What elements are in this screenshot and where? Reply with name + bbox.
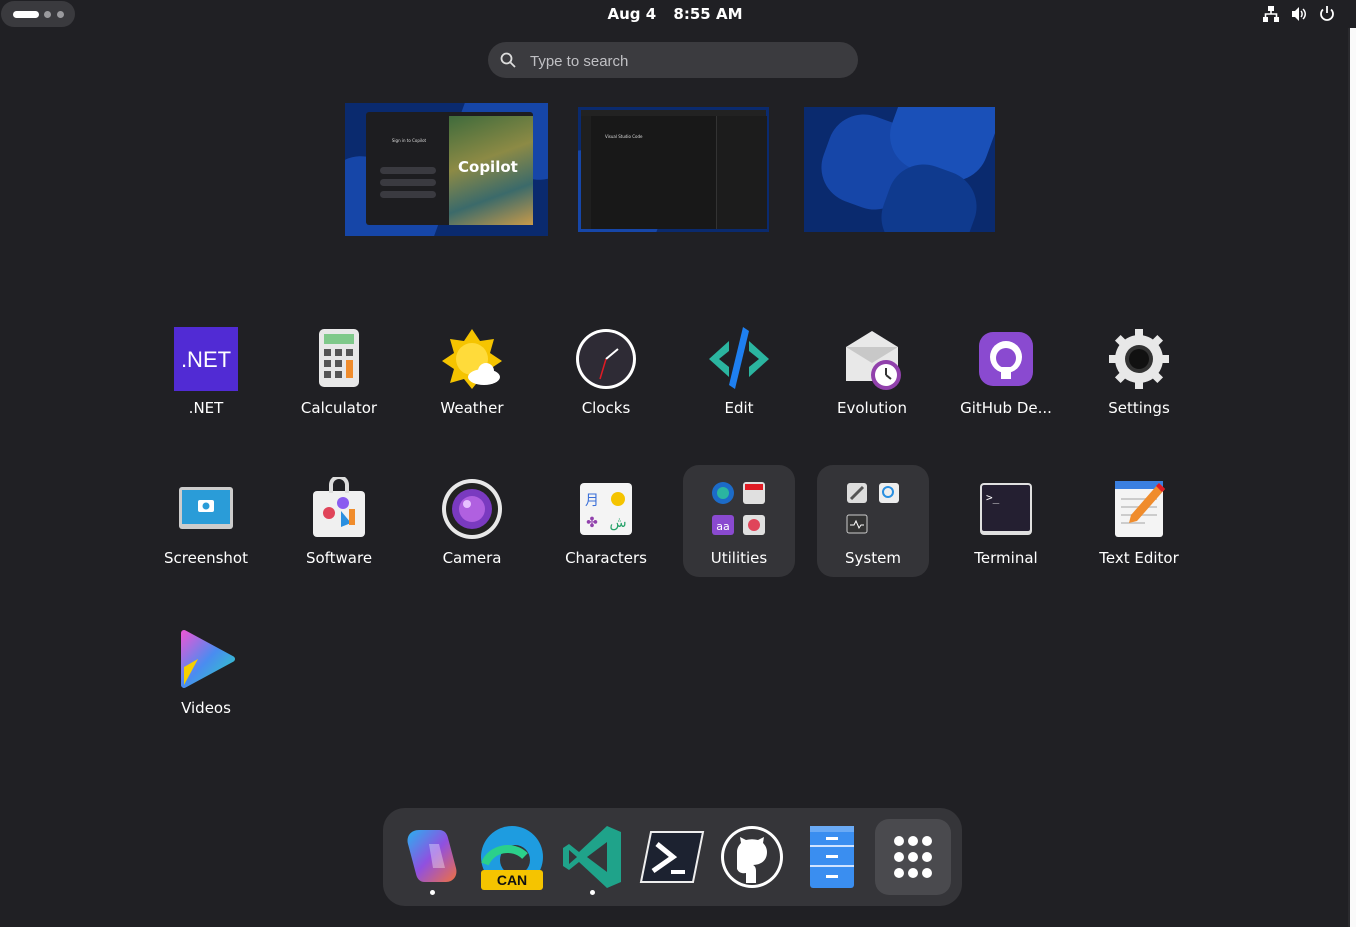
network-icon: [1263, 6, 1279, 22]
system-folder-icon: [846, 483, 899, 534]
app-label: Edit: [724, 399, 754, 417]
app-label: Software: [305, 549, 373, 567]
terminal-icon: >_: [980, 483, 1032, 535]
characters-icon: 月 ✤ ش: [580, 483, 632, 535]
app-evolution[interactable]: Evolution: [816, 315, 928, 427]
app-dotnet[interactable]: .NET .NET: [150, 315, 262, 427]
app-label: Screenshot: [164, 549, 248, 567]
system-tray[interactable]: [1262, 5, 1336, 23]
app-terminal[interactable]: >_ Terminal: [950, 465, 1062, 577]
app-grid-icon: [894, 836, 932, 878]
dock: CAN: [383, 808, 962, 906]
copilot-dialog-title: Sign in to Copilot: [391, 138, 427, 143]
search-bar[interactable]: [488, 42, 858, 80]
svg-text:.NET: .NET: [181, 347, 231, 372]
app-label: Camera: [442, 549, 502, 567]
vscode-icon[interactable]: [559, 824, 625, 890]
top-bar: Aug 4 8:55 AM: [0, 0, 1356, 28]
videos-icon: [181, 630, 235, 688]
date-time[interactable]: Aug 4 8:55 AM: [0, 5, 1350, 23]
app-screenshot[interactable]: Screenshot: [150, 465, 262, 577]
app-settings[interactable]: Settings: [1083, 315, 1195, 427]
app-text-editor[interactable]: Text Editor: [1083, 465, 1195, 577]
running-indicator: [590, 890, 595, 895]
evolution-icon: [846, 331, 901, 390]
files-icon[interactable]: [799, 824, 865, 890]
app-software[interactable]: Software: [283, 465, 395, 577]
weather-icon: [442, 329, 502, 389]
app-label: .NET: [188, 399, 224, 417]
text-editor-icon: [1115, 481, 1165, 537]
screen-edge: [1350, 28, 1356, 927]
clock-icon: [576, 329, 636, 389]
app-grid-button[interactable]: [875, 819, 951, 895]
app-calculator[interactable]: Calculator: [283, 315, 395, 427]
edge-canary-icon[interactable]: CAN: [479, 824, 545, 890]
power-icon: [1320, 6, 1334, 21]
app-label: Text Editor: [1099, 549, 1179, 567]
app-label: Utilities: [710, 549, 768, 567]
software-icon: [313, 477, 365, 537]
dotnet-icon: .NET: [174, 327, 238, 391]
svg-text:✤: ✤: [586, 515, 598, 531]
screenshot-icon: [179, 487, 233, 529]
utilities-folder-icon: aa: [712, 482, 765, 535]
app-videos[interactable]: Videos: [150, 615, 262, 727]
app-label: Weather: [440, 399, 504, 417]
copilot-icon[interactable]: [399, 824, 465, 890]
settings-icon: [1109, 329, 1169, 389]
app-label: Calculator: [300, 399, 378, 417]
camera-icon: [442, 479, 502, 539]
search-icon: [500, 52, 516, 68]
copilot-window-thumbnail: Copilot Sign in to Copilot: [366, 112, 533, 225]
app-label: Videos: [181, 699, 231, 717]
app-label: Characters: [565, 549, 647, 567]
copilot-window-text: Copilot: [458, 158, 518, 176]
svg-text:aa: aa: [716, 520, 729, 533]
app-github-desktop[interactable]: GitHub De...: [950, 315, 1062, 427]
app-camera[interactable]: Camera: [416, 465, 528, 577]
search-input[interactable]: [528, 42, 842, 80]
app-label: Clocks: [581, 399, 631, 417]
time-label: 8:55 AM: [673, 5, 743, 23]
folder-system[interactable]: System: [817, 465, 929, 577]
edge-badge: CAN: [497, 872, 527, 888]
app-label: GitHub De...: [960, 399, 1052, 417]
app-edit[interactable]: Edit: [683, 315, 795, 427]
folder-utilities[interactable]: aa Utilities: [683, 465, 795, 577]
signin-option: [380, 191, 436, 198]
app-weather[interactable]: Weather: [416, 315, 528, 427]
svg-text:>_: >_: [986, 491, 1000, 504]
workspace-thumbnail-1[interactable]: Copilot Sign in to Copilot: [345, 103, 548, 236]
workspace-thumbnail-3[interactable]: [804, 107, 995, 232]
github-desktop-icon: [979, 332, 1033, 386]
running-indicator: [430, 890, 435, 895]
app-label: System: [845, 549, 901, 567]
edit-icon: [709, 327, 769, 389]
workspace-thumbnail-2[interactable]: Visual Studio Code: [578, 107, 769, 232]
app-label: Evolution: [837, 399, 907, 417]
app-clocks[interactable]: Clocks: [550, 315, 662, 427]
signin-option: [380, 167, 436, 174]
vscode-welcome-title: Visual Studio Code: [605, 134, 643, 139]
svg-text:ش: ش: [609, 515, 626, 531]
vscode-activity-bar: [581, 116, 591, 229]
app-label: Terminal: [974, 549, 1038, 567]
calculator-icon: [319, 329, 359, 387]
signin-option: [380, 179, 436, 186]
vscode-window-thumbnail: Visual Studio Code: [581, 110, 767, 229]
volume-icon: [1292, 7, 1306, 21]
app-characters[interactable]: 月 ✤ ش Characters: [550, 465, 662, 577]
vscode-side-panel: [716, 116, 767, 229]
github-icon[interactable]: [719, 824, 785, 890]
svg-text:月: 月: [585, 493, 599, 509]
app-label: Settings: [1108, 399, 1170, 417]
date-label: Aug 4: [607, 5, 657, 23]
powershell-icon[interactable]: [639, 824, 705, 890]
